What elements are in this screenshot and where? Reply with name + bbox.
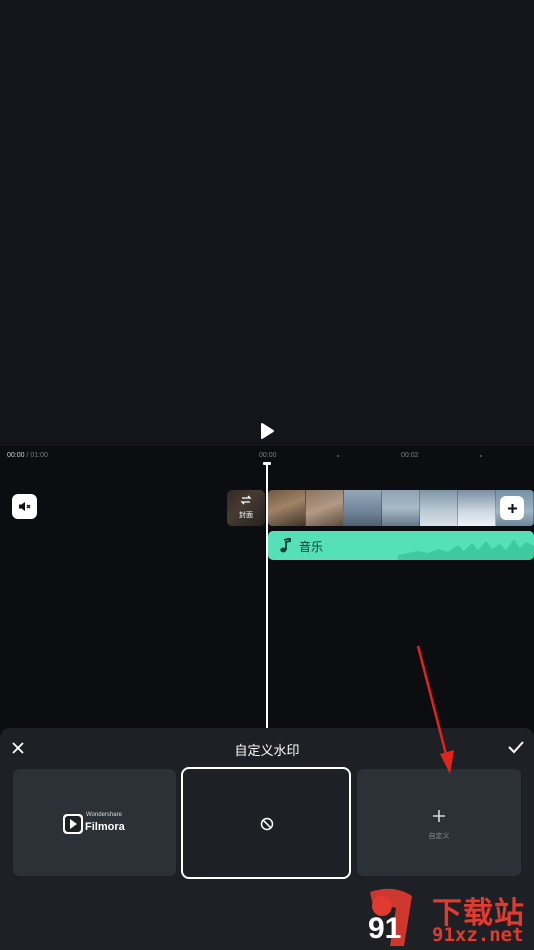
site-logo-text: 91 (368, 912, 401, 945)
ruler-dot (337, 455, 339, 457)
clip-thumbnail (420, 490, 458, 526)
ruler-dot (480, 455, 482, 457)
clip-thumbnail (344, 490, 382, 526)
clip-thumbnail (268, 490, 306, 526)
check-icon[interactable] (507, 740, 525, 754)
playhead[interactable] (266, 463, 268, 731)
filmora-logo-icon (63, 814, 83, 834)
video-clip-track[interactable] (268, 490, 534, 526)
add-clip-button[interactable] (500, 496, 524, 520)
watermark-option-none[interactable] (181, 767, 351, 879)
audio-track[interactable]: 音乐 (268, 531, 534, 560)
plus-icon (433, 810, 445, 822)
play-icon[interactable] (258, 422, 276, 440)
custom-label: 自定义 (428, 833, 450, 840)
clip-thumbnail (458, 490, 496, 526)
ruler-label-1: 00:02 (401, 452, 419, 459)
site-logo: 91 (368, 888, 412, 946)
site-watermark: 91 下载站 91xz.net (360, 886, 534, 950)
swap-icon (240, 495, 252, 505)
site-url: 91xz.net (432, 924, 524, 946)
brand-label: Filmora (85, 821, 125, 833)
watermark-option-filmora[interactable]: Wondershare Filmora (13, 769, 176, 876)
playhead-handle[interactable] (263, 462, 271, 465)
speaker-icon (19, 502, 31, 511)
clip-thumbnail (382, 490, 420, 526)
clip-thumbnail (306, 490, 344, 526)
video-preview (0, 0, 534, 446)
ruler-label-0: 00:00 (259, 452, 277, 459)
current-time: 00:00 (7, 452, 25, 459)
total-time: / 01:00 (26, 452, 48, 459)
plus-icon (507, 503, 517, 513)
no-watermark-icon (260, 817, 274, 831)
watermark-option-custom[interactable]: 自定义 (357, 769, 521, 876)
cover-label: 封面 (239, 512, 253, 519)
cover-button[interactable]: 封面 (227, 490, 265, 526)
mute-clip-audio-button[interactable] (12, 494, 37, 519)
panel-title: 自定义水印 (234, 743, 300, 758)
brand-small-label: Wondershare (86, 812, 122, 818)
audio-label: 音乐 (299, 540, 324, 554)
time-readout: 00:00 / 01:00 (7, 452, 48, 459)
music-note-icon (280, 538, 291, 553)
